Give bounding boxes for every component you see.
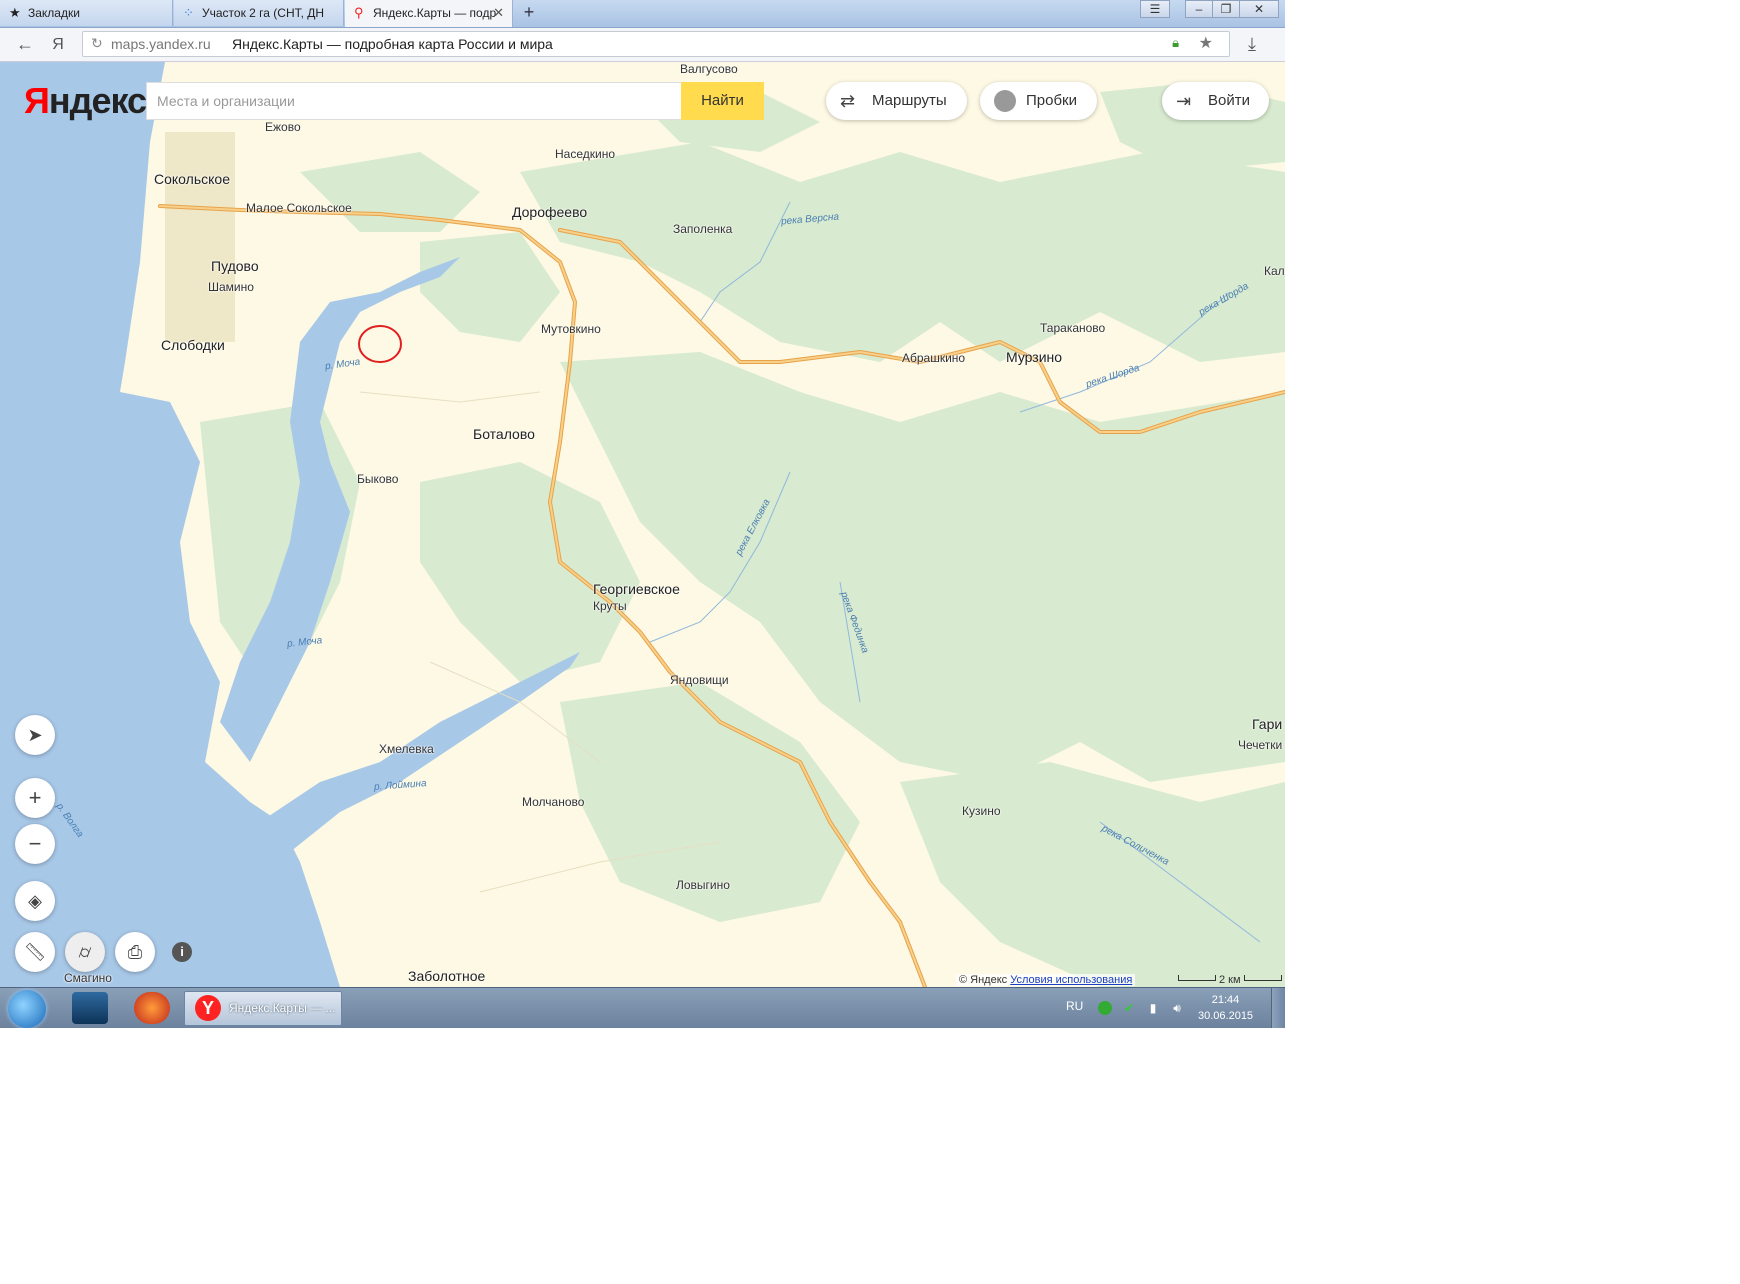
shield-icon[interactable]: ✔: [1122, 1001, 1136, 1015]
plus-icon: +: [28, 785, 42, 810]
tab-yandex-maps[interactable]: ⚲ Яндекс.Карты — подр ✕: [345, 0, 513, 27]
taskbar-window-yandex-maps[interactable]: Y Яндекс.Карты — ...: [184, 991, 342, 1026]
yandex-home-button[interactable]: Я: [50, 28, 66, 61]
login-button[interactable]: ⇥ Войти: [1162, 82, 1269, 120]
place-label[interactable]: Яндовищи: [670, 673, 729, 687]
download-icon[interactable]: ⤓: [1248, 28, 1256, 61]
ruler-icon: 📏︎: [23, 942, 47, 962]
language-indicator[interactable]: RU: [1066, 999, 1083, 1013]
routes-button[interactable]: ⇄ Маршруты: [826, 82, 967, 120]
place-label[interactable]: Абрашкино: [902, 351, 965, 365]
place-label[interactable]: Чечетки: [1238, 738, 1282, 752]
url-field[interactable]: ↻ maps.yandex.ru Яндекс.Карты — подробна…: [82, 31, 1230, 57]
star-icon: ★: [9, 5, 21, 20]
start-button[interactable]: [8, 990, 46, 1028]
pinned-app-icon[interactable]: [72, 992, 108, 1024]
sokolskoe-town-area: [165, 132, 235, 342]
place-label[interactable]: Слободки: [161, 337, 225, 353]
place-label[interactable]: Хмелевка: [379, 742, 434, 756]
navigation-arrow-icon: ➤: [27, 725, 43, 745]
layers-button[interactable]: ◈: [15, 881, 55, 921]
place-label[interactable]: Кузино: [962, 804, 1001, 818]
geolocation-button[interactable]: ➤: [15, 715, 55, 755]
search-input[interactable]: Места и организации: [146, 82, 682, 120]
new-tab-button[interactable]: +: [518, 0, 540, 26]
map-canvas[interactable]: Валгусово Ежово Сокольское Наседкино Мал…: [0, 62, 1285, 987]
browser-tab-bar: ★ Закладки ⁘ Участок 2 га (СНТ, ДН ⚲ Янд…: [0, 0, 1285, 28]
search-placeholder: Места и организации: [157, 93, 295, 109]
volume-icon[interactable]: 🔊︎: [1170, 1001, 1184, 1015]
pinned-app-icon[interactable]: [134, 992, 170, 1024]
traffic-button[interactable]: Пробки: [980, 82, 1097, 120]
restore-icon[interactable]: ❐: [1212, 0, 1240, 18]
place-label[interactable]: Сокольское: [154, 171, 230, 187]
windows-taskbar: Y Яндекс.Карты — ... RU ✔ ▮ 🔊︎ 21:44 30.…: [0, 987, 1285, 1028]
place-label[interactable]: Мурзино: [1006, 349, 1062, 365]
place-label[interactable]: Шамино: [208, 280, 254, 294]
place-label[interactable]: Круты: [593, 599, 627, 613]
zoom-out-button[interactable]: −: [15, 824, 55, 864]
info-icon[interactable]: i: [172, 942, 192, 962]
place-label[interactable]: Дорофеево: [512, 204, 587, 220]
place-label[interactable]: Смагино: [64, 971, 112, 985]
layers-icon: ◈: [28, 891, 42, 911]
place-label[interactable]: Валгусово: [680, 62, 738, 76]
tray-app-icon[interactable]: [1098, 1001, 1112, 1015]
place-label[interactable]: Заполенка: [673, 222, 732, 236]
place-label[interactable]: Кал: [1264, 264, 1285, 278]
place-label[interactable]: Георгиевское: [593, 581, 680, 597]
place-label[interactable]: Молчаново: [522, 795, 584, 809]
tab-bookmarks[interactable]: ★ Закладки: [0, 0, 173, 26]
find-button[interactable]: Найти: [681, 82, 764, 120]
place-label[interactable]: Тараканово: [1040, 321, 1105, 335]
printer-icon: ⎙: [127, 942, 143, 962]
place-label[interactable]: Заболотное: [408, 968, 485, 984]
minimize-icon[interactable]: –: [1185, 0, 1213, 18]
red-marker-circle: [358, 325, 402, 363]
close-tab-icon[interactable]: ✕: [493, 0, 504, 26]
page-title: Яндекс.Карты — подробная карта России и …: [232, 36, 553, 52]
lock-icon: 🔒︎: [1172, 35, 1179, 50]
reload-icon[interactable]: ↻: [91, 35, 103, 52]
place-label[interactable]: Гари: [1252, 716, 1282, 732]
place-label[interactable]: Пудово: [211, 258, 259, 274]
map-layer: [0, 62, 1285, 987]
place-label[interactable]: Малое Сокольское: [246, 201, 352, 215]
place-label[interactable]: Быково: [357, 472, 398, 486]
yandex-logo[interactable]: Яндекс: [24, 80, 147, 122]
place-label[interactable]: Наседкино: [555, 147, 615, 161]
address-bar: ← Я ↻ maps.yandex.ru Яндекс.Карты — подр…: [0, 28, 1285, 62]
url-host: maps.yandex.ru: [111, 36, 211, 52]
binoculars-icon: ⌭: [78, 942, 92, 962]
desktop-screenshot: ★ Закладки ⁘ Участок 2 га (СНТ, ДН ⚲ Янд…: [0, 0, 1285, 1028]
yandex-logo-text: ндекс: [48, 80, 147, 121]
terms-link[interactable]: Условия использования: [1010, 974, 1132, 986]
network-signal-icon[interactable]: ▮: [1146, 1001, 1160, 1015]
traffic-light-icon: [994, 90, 1016, 112]
scale-bar: 2 км: [1175, 974, 1285, 986]
ruler-button[interactable]: 📏︎: [15, 932, 55, 972]
menu-icon[interactable]: ☰: [1140, 0, 1170, 18]
minus-icon: −: [28, 831, 42, 856]
copyright: © Яндекс Условия использования: [956, 974, 1136, 986]
panorama-button[interactable]: ⌭: [65, 932, 105, 972]
print-button[interactable]: ⎙: [115, 932, 155, 972]
login-icon: ⇥: [1176, 91, 1192, 111]
tab-avito-listing[interactable]: ⁘ Участок 2 га (СНТ, ДН: [174, 0, 344, 26]
close-icon[interactable]: ✕: [1239, 0, 1279, 18]
show-desktop-button[interactable]: [1271, 988, 1285, 1028]
zoom-in-button[interactable]: +: [15, 778, 55, 818]
place-label[interactable]: Боталово: [473, 426, 535, 442]
route-icon: ⇄: [840, 91, 856, 111]
clock[interactable]: 21:44 30.06.2015: [1198, 992, 1253, 1024]
bookmark-star-icon[interactable]: ★: [1199, 33, 1213, 53]
place-label[interactable]: Ежово: [265, 120, 301, 134]
place-label[interactable]: Ловыгино: [676, 878, 730, 892]
avito-dots-icon: ⁘: [183, 5, 194, 20]
yandex-browser-icon: Y: [195, 995, 221, 1021]
back-arrow-icon[interactable]: ←: [14, 28, 36, 61]
map-pin-icon: ⚲: [354, 5, 364, 20]
place-label[interactable]: Мутовкино: [541, 322, 601, 336]
